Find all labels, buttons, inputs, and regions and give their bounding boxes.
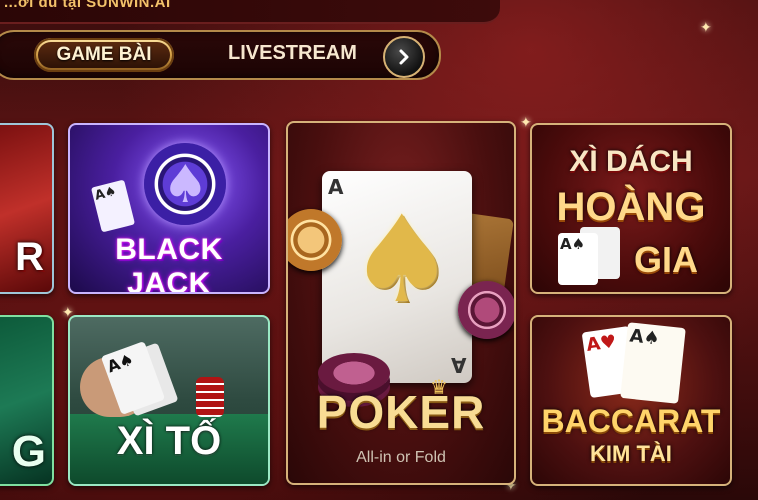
playing-card-icon: A♠	[90, 179, 136, 233]
game-title-blackjack: BLACK JACK	[115, 233, 223, 294]
game-title-line2: KIM TÀI	[590, 441, 672, 466]
game-card-baccarat[interactable]: A♥ A♠ BACCARAT KIM TÀI	[530, 315, 732, 486]
game-title-line2: HOÀNG	[556, 185, 706, 229]
game-card-partial-top[interactable]: R	[0, 123, 54, 294]
game-card-xidach[interactable]: XÌ DÁCH HOÀNG A♠ GIA	[530, 123, 732, 294]
game-title-line1: BACCARAT	[541, 403, 721, 439]
chip-stack-icon	[196, 377, 224, 417]
sparkle-decoration: ✦	[700, 20, 712, 36]
tab-game-bai-label: GAME BÀI	[56, 44, 152, 65]
spade-icon: ♠	[348, 191, 456, 330]
card-rank: A	[328, 175, 344, 199]
game-title-poker: POKER	[316, 386, 486, 438]
top-banner: ...ới đủ tại SUNWIN.AI	[0, 0, 500, 24]
game-card-partial-bottom[interactable]: G	[0, 315, 54, 486]
chevron-right-icon	[399, 49, 409, 65]
playing-card-icon: A ♠ A	[322, 171, 472, 383]
tab-game-bai[interactable]: GAME BÀI	[34, 38, 174, 72]
chip-icon	[458, 281, 514, 339]
game-card-poker[interactable]: A ♠ A ♛ POKER All-in or Fold	[286, 121, 516, 485]
category-nav: GAME BÀI LIVESTREAM	[0, 30, 441, 80]
playing-card-icon: A♠	[620, 322, 686, 404]
game-card-blackjack[interactable]: ♠ A♠ BLACK JACK	[68, 123, 270, 294]
playing-card-icon: A♠	[558, 233, 598, 285]
game-title-line3: GIA	[633, 239, 698, 280]
game-title: G	[11, 427, 46, 476]
game-card-xito[interactable]: A♠ XÌ TỐ	[68, 315, 270, 486]
banner-text: ...ới đủ tại SUNWIN.AI	[4, 0, 171, 11]
next-button[interactable]	[383, 36, 425, 78]
game-subtitle-poker: All-in or Fold	[356, 449, 446, 466]
game-title-line1: XÌ DÁCH	[569, 145, 693, 178]
tab-livestream[interactable]: LIVESTREAM	[228, 42, 357, 65]
game-title: R	[15, 235, 44, 279]
spade-icon: ♠	[162, 155, 209, 215]
card-rank: A	[450, 353, 466, 377]
game-title-xito: XÌ TỐ	[116, 419, 222, 463]
